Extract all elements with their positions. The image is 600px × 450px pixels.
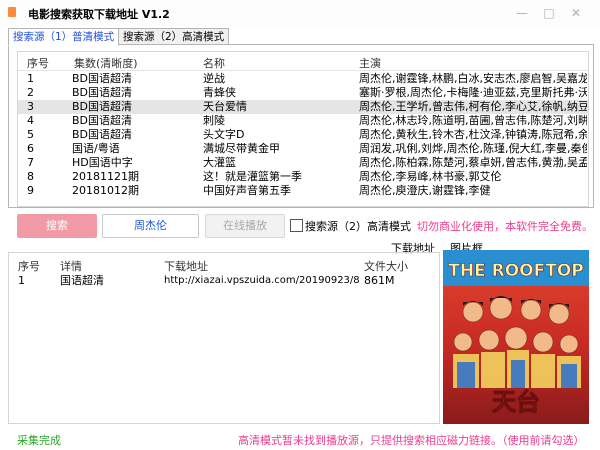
- status-text-right: 高清模式暂未找到播放源，只提供搜索相应磁力链接。（使用前请勾选）: [238, 434, 585, 447]
- maximize-button[interactable]: □: [540, 4, 558, 22]
- row-name: 头文字D: [203, 128, 245, 141]
- title-bar: 电影搜索获取下载地址 V1.2 — □ ✕: [0, 0, 600, 26]
- row-no: 6: [27, 142, 34, 155]
- row-no: 9: [27, 184, 34, 197]
- minimize-button[interactable]: —: [513, 4, 531, 22]
- download-list[interactable]: 序号 详情 下载地址 文件大小 1 国语超清 http://xiazai.vps…: [8, 252, 440, 424]
- row-quality: BD国语超清: [72, 128, 133, 141]
- table-row[interactable]: 1 国语超清 http://xiazai.vpszuida.com/201909…: [9, 273, 439, 289]
- row-quality: 20181012期: [72, 184, 139, 197]
- row-cast: 周润发,巩俐,刘烨,周杰伦,陈瑾,倪大红,李曼,秦俊...: [359, 142, 587, 155]
- table-row[interactable]: 8 20181121期 这！就是灌篮第一季 周杰伦,李易峰,林书豪,郭艾伦: [18, 170, 588, 184]
- search-button[interactable]: 搜索: [17, 214, 97, 238]
- row-name: 满城尽带黄金甲: [203, 142, 280, 155]
- table-row[interactable]: 4 BD国语超清 刺陵 周杰伦,林志玲,陈道明,苗圃,曾志伟,陈楚河,刘畊宏..…: [18, 114, 588, 128]
- close-button[interactable]: ✕: [567, 4, 585, 22]
- dl-col-header-url[interactable]: 下载地址: [164, 258, 208, 274]
- poster-subtitle: 天台: [492, 388, 540, 416]
- search-results-panel: 序号 集数(清晰度) 名称 主演 1 BD国语超清 逆战 周杰伦,谢霆锋,林鹏,…: [8, 44, 594, 208]
- row-name: 天台爱情: [203, 100, 247, 113]
- row-cast: 周杰伦,谢霆锋,林鹏,白冰,安志杰,廖启智,吴嘉龙,...: [359, 72, 587, 85]
- row-cast: 周杰伦,陈柏霖,陈楚河,蔡卓妍,曾志伟,黄渤,吴孟达...: [359, 156, 587, 169]
- row-quality: BD国语超清: [72, 86, 133, 99]
- row-quality: BD国语超清: [72, 100, 133, 113]
- app-icon: [8, 7, 16, 17]
- table-row[interactable]: 7 HD国语中字 大灌篮 周杰伦,陈柏霖,陈楚河,蔡卓妍,曾志伟,黄渤,吴孟达.…: [18, 156, 588, 170]
- row-cast: 周杰伦,李易峰,林书豪,郭艾伦: [359, 170, 502, 183]
- row-quality: BD国语超清: [72, 114, 133, 127]
- table-row[interactable]: 1 BD国语超清 逆战 周杰伦,谢霆锋,林鹏,白冰,安志杰,廖启智,吴嘉龙,..…: [18, 72, 588, 86]
- source2-checkbox[interactable]: [290, 219, 303, 232]
- dl-row-no: 1: [18, 274, 25, 287]
- tab-source-1-standard[interactable]: 搜索源（1）普清模式: [8, 28, 120, 46]
- row-name: 中国好声音第五季: [203, 184, 291, 197]
- poster-title: THE ROOFTOP: [448, 261, 583, 281]
- row-cast: 周杰伦,林志玲,陈道明,苗圃,曾志伟,陈楚河,刘畊宏...: [359, 114, 587, 127]
- row-cast: 周杰伦,黄秋生,铃木杏,杜汶泽,钟镇涛,陈冠希,余文...: [359, 128, 587, 141]
- row-no: 1: [27, 72, 34, 85]
- online-play-button[interactable]: 在线播放: [205, 214, 285, 238]
- col-header-quality[interactable]: 集数(清晰度): [74, 55, 138, 71]
- row-quality: 20181121期: [72, 170, 139, 183]
- free-use-notice: 切勿商业化使用，本软件完全免费。: [417, 220, 593, 233]
- row-quality: 国语/粤语: [72, 142, 120, 155]
- dl-col-header-detail[interactable]: 详情: [60, 258, 82, 274]
- row-no: 4: [27, 114, 34, 127]
- table-row-selected[interactable]: 3 BD国语超清 天台爱情 周杰伦,王学圻,曾志伟,柯有伦,李心艾,徐帆,纳豆,…: [18, 100, 588, 114]
- row-no: 2: [27, 86, 34, 99]
- row-quality: HD国语中字: [72, 156, 133, 169]
- table-row[interactable]: 5 BD国语超清 头文字D 周杰伦,黄秋生,铃木杏,杜汶泽,钟镇涛,陈冠希,余文…: [18, 128, 588, 142]
- row-name: 青蜂侠: [203, 86, 236, 99]
- window-title: 电影搜索获取下载地址 V1.2: [28, 8, 170, 21]
- results-header: 序号 集数(清晰度) 名称 主演: [18, 52, 588, 71]
- col-header-no[interactable]: 序号: [27, 55, 49, 71]
- row-quality: BD国语超清: [72, 72, 133, 85]
- col-header-cast[interactable]: 主演: [359, 55, 381, 71]
- row-cast: 周杰伦,王学圻,曾志伟,柯有伦,李心艾,徐帆,纳豆,...: [359, 100, 587, 113]
- row-no: 3: [27, 100, 34, 113]
- search-results-list[interactable]: 序号 集数(清晰度) 名称 主演 1 BD国语超清 逆战 周杰伦,谢霆锋,林鹏,…: [17, 51, 589, 207]
- source2-checkbox-label[interactable]: 搜索源（2）高清模式: [305, 218, 411, 234]
- app-window: 电影搜索获取下载地址 V1.2 — □ ✕ 搜索源（1）普清模式 搜索源（2）高…: [0, 0, 600, 450]
- row-no: 7: [27, 156, 34, 169]
- row-cast: 塞斯·罗根,周杰伦,卡梅隆·迪亚兹,克里斯托弗·沃尔...: [359, 86, 587, 99]
- dl-col-header-no[interactable]: 序号: [18, 258, 40, 274]
- dl-row-detail: 国语超清: [60, 274, 104, 287]
- dl-row-size: 861M: [364, 274, 395, 287]
- table-row[interactable]: 2 BD国语超清 青蜂侠 塞斯·罗根,周杰伦,卡梅隆·迪亚兹,克里斯托弗·沃尔.…: [18, 86, 588, 100]
- row-cast: 周杰伦,庾澄庆,谢霆锋,李健: [359, 184, 491, 197]
- row-name: 大灌篮: [203, 156, 236, 169]
- movie-poster: THE ROOFTOP 天台: [443, 250, 589, 424]
- table-row[interactable]: 6 国语/粤语 满城尽带黄金甲 周润发,巩俐,刘烨,周杰伦,陈瑾,倪大红,李曼,…: [18, 142, 588, 156]
- row-name: 这！就是灌篮第一季: [203, 170, 302, 183]
- row-no: 8: [27, 170, 34, 183]
- row-name: 刺陵: [203, 114, 225, 127]
- col-header-name[interactable]: 名称: [203, 55, 225, 71]
- dl-col-header-size[interactable]: 文件大小: [364, 258, 408, 274]
- table-row[interactable]: 9 20181012期 中国好声音第五季 周杰伦,庾澄庆,谢霆锋,李健: [18, 184, 588, 198]
- keyword-input[interactable]: 周杰伦: [102, 214, 199, 238]
- download-header: 序号 详情 下载地址 文件大小: [9, 253, 439, 274]
- status-text-left: 采集完成: [17, 434, 61, 447]
- dl-row-url: http://xiazai.vpszuida.com/20190923/842_…: [164, 275, 359, 286]
- row-no: 5: [27, 128, 34, 141]
- row-name: 逆战: [203, 72, 225, 85]
